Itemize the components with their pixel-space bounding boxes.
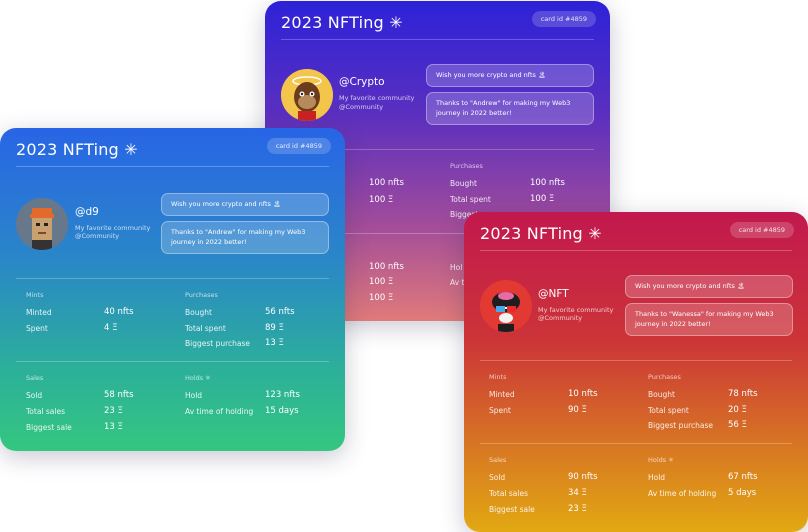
total-spent-value: 100 Ξ: [530, 194, 555, 204]
holds-section-label: Holds ✳: [648, 456, 674, 464]
card-title: 2023 NFTing ✳: [16, 140, 138, 159]
sold-value: 90 nfts: [568, 472, 598, 482]
community-label: My favorite community: [339, 94, 415, 102]
bought-label: Bought: [185, 308, 212, 317]
message-wish: Wish you more crypto and nfts 🏝: [161, 193, 329, 216]
spent-value: 4 Ξ: [104, 323, 118, 333]
stat-value: 100 Ξ: [369, 293, 394, 303]
hold-value: 123 nfts: [265, 390, 300, 400]
biggest-purchase-value: 56 Ξ: [728, 420, 747, 430]
biggest-purchase-value: 13 Ξ: [265, 338, 284, 348]
bought-label: Bought: [450, 179, 477, 188]
hold-value: 67 nfts: [728, 472, 758, 482]
card-id-badge: card id #4859: [266, 138, 331, 154]
hold-label: Hold: [648, 473, 666, 482]
purchases-section-label: Purchases: [185, 291, 218, 299]
divider: [16, 278, 329, 279]
avatar: [480, 280, 532, 332]
total-sales-value: 34 Ξ: [568, 488, 587, 498]
total-sales-label: Total sales: [489, 489, 529, 498]
stat-value: 100 Ξ: [369, 195, 394, 205]
spent-label: Spent: [489, 406, 511, 415]
minted-label: Minted: [489, 390, 515, 399]
community-name: @Community: [75, 232, 120, 240]
community-name: @Community: [538, 314, 583, 322]
card-id-badge: card id #4859: [531, 11, 596, 27]
message-wish: Wish you more crypto and nfts 🏝: [426, 64, 594, 87]
sold-label: Sold: [489, 473, 506, 482]
divider: [16, 361, 329, 362]
avatar: [16, 198, 68, 250]
minted-value: 40 nfts: [104, 307, 134, 317]
stat-value: 100 nfts: [369, 262, 404, 272]
card-id-badge: card id #4859: [729, 222, 794, 238]
cartoon-avatar-icon: [480, 280, 532, 332]
mints-section-label: Mints: [26, 291, 44, 299]
user-handle: @Crypto: [339, 76, 385, 88]
total-sales-label: Total sales: [26, 407, 66, 416]
sold-label: Sold: [26, 391, 43, 400]
hold-label: Hold: [185, 391, 203, 400]
total-spent-value: 89 Ξ: [265, 323, 284, 333]
divider: [281, 39, 594, 40]
bought-value: 56 nfts: [265, 307, 295, 317]
biggest-purchase-label: Biggest purchase: [648, 421, 714, 430]
spent-label: Spent: [26, 324, 48, 333]
spent-value: 90 Ξ: [568, 405, 587, 415]
av-time-label-partial: Av t: [450, 278, 465, 287]
biggest-sale-value: 13 Ξ: [104, 422, 123, 432]
divider: [480, 360, 792, 361]
user-handle: @NFT: [538, 288, 569, 300]
av-time-label: Av time of holding: [648, 489, 717, 498]
total-spent-label: Total spent: [450, 195, 491, 204]
sold-value: 58 nfts: [104, 390, 134, 400]
purchases-section-label: Purchases: [450, 162, 483, 170]
divider: [480, 443, 792, 444]
divider: [480, 250, 792, 251]
avatar: [281, 69, 333, 121]
card-title: 2023 NFTing ✳: [480, 224, 602, 243]
biggest-sale-label: Biggest sale: [26, 423, 72, 432]
sales-section-label: Sales: [26, 374, 44, 382]
nft-card-d9: 2023 NFTing ✳ card id #4859 @d9 My favor…: [0, 128, 345, 451]
message-wish: Wish you more crypto and nfts 🏝: [625, 275, 793, 298]
user-handle: @d9: [75, 206, 99, 218]
divider: [16, 166, 329, 167]
card-title: 2023 NFTing ✳: [281, 13, 403, 32]
biggest-purchase-label: Biggest purchase: [185, 339, 251, 348]
sales-section-label: Sales: [489, 456, 507, 464]
biggest-sale-value: 23 Ξ: [568, 504, 587, 514]
stat-value: 100 nfts: [369, 178, 404, 188]
total-spent-label: Total spent: [185, 324, 226, 333]
av-time-label: Av time of holding: [185, 407, 254, 416]
message-thanks: Thanks to "Andrew" for making my Web3 jo…: [161, 221, 329, 254]
av-time-value: 5 days: [728, 488, 757, 498]
ape-avatar-icon: [281, 69, 333, 121]
message-thanks: Thanks to "Wanessa" for making my Web3 j…: [625, 303, 793, 336]
bought-value: 100 nfts: [530, 178, 565, 188]
total-spent-value: 20 Ξ: [728, 405, 747, 415]
bought-value: 78 nfts: [728, 389, 758, 399]
minted-value: 10 nfts: [568, 389, 598, 399]
nft-card-nft: 2023 NFTing ✳ card id #4859 @NFT My favo…: [464, 212, 808, 532]
holds-label-partial: Hol: [450, 263, 463, 272]
holds-section-label: Holds ✳: [185, 374, 211, 382]
av-time-value: 15 days: [265, 406, 299, 416]
minted-label: Minted: [26, 308, 52, 317]
pixel-punk-avatar-icon: [16, 198, 68, 250]
total-sales-value: 23 Ξ: [104, 406, 123, 416]
total-spent-label: Total spent: [648, 406, 689, 415]
bought-label: Bought: [648, 390, 675, 399]
purchases-section-label: Purchases: [648, 373, 681, 381]
stat-value: 100 Ξ: [369, 277, 394, 287]
community-name: @Community: [339, 103, 384, 111]
message-thanks: Thanks to "Andrew" for making my Web3 jo…: [426, 92, 594, 125]
biggest-sale-label: Biggest sale: [489, 505, 535, 514]
mints-section-label: Mints: [489, 373, 507, 381]
